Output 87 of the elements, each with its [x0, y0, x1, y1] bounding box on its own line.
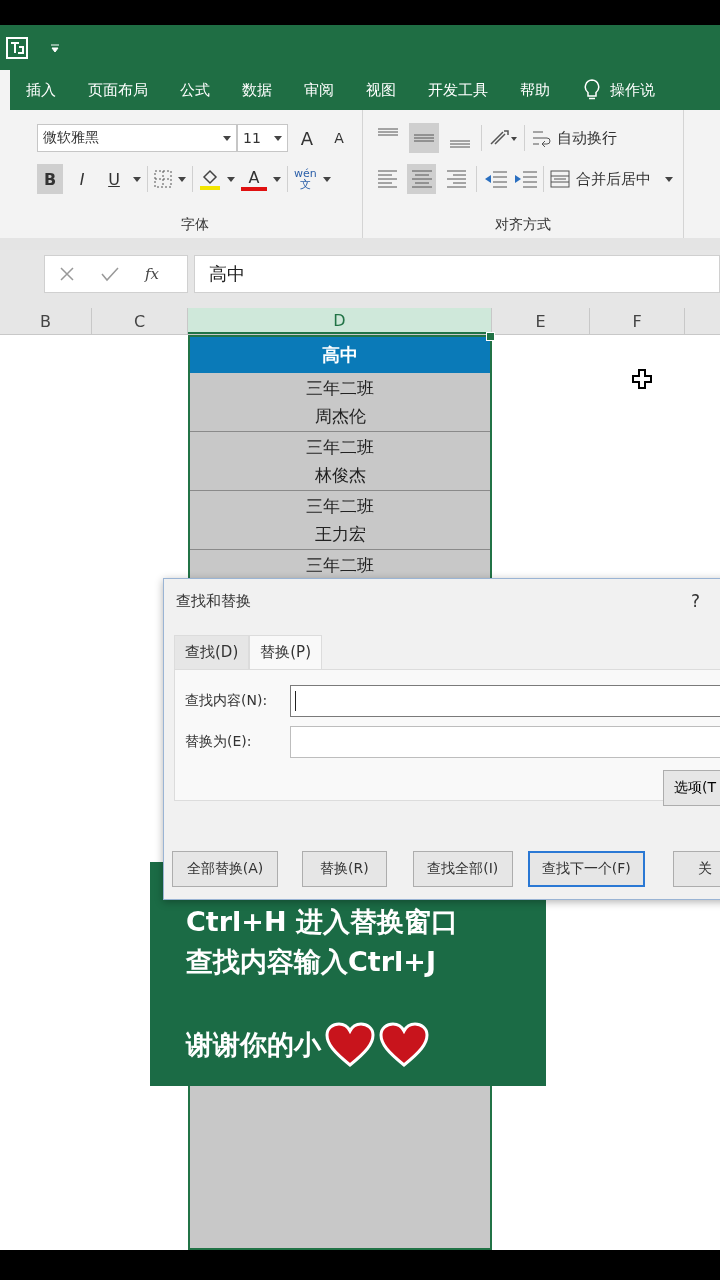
- dropdown-icon[interactable]: [133, 176, 141, 182]
- caption-text: 谢谢你的小: [186, 1028, 321, 1062]
- dialog-button[interactable]: 替换(R): [302, 851, 387, 887]
- font-name-field[interactable]: 微软雅黑: [37, 124, 238, 152]
- ribbon-tab[interactable]: 页面布局: [72, 70, 164, 110]
- dialog-button[interactable]: 关: [672, 851, 720, 887]
- insert-function-button[interactable]: fx: [145, 265, 159, 283]
- field-label: 替换为(E):: [185, 733, 253, 751]
- field-value: 微软雅黑: [43, 129, 99, 147]
- plus-cursor-icon: [632, 369, 652, 389]
- dialog-title: 查找和替换: [176, 591, 251, 611]
- field-value: 高中: [209, 262, 245, 286]
- shrink-font-button[interactable]: A: [326, 123, 352, 153]
- dialog-tab[interactable]: 替换(P): [249, 635, 322, 669]
- dialog-button[interactable]: 查找全部(I): [412, 851, 513, 887]
- group-label: 字体: [179, 215, 210, 234]
- align-icon: [449, 140, 471, 148]
- app-icon[interactable]: [6, 36, 28, 59]
- wrap-text-icon: [531, 128, 551, 148]
- phonetic-label: wén: [294, 168, 317, 179]
- cell-text: 三年二班: [305, 435, 375, 459]
- dropdown-icon[interactable]: [227, 176, 235, 182]
- fill-color-icon[interactable]: [199, 168, 221, 190]
- ribbon-tab[interactable]: 视图: [350, 70, 412, 110]
- cell-text: 林俊杰: [313, 463, 367, 487]
- cell-text: 三年二班: [305, 376, 375, 400]
- wrap-text-button[interactable]: 自动换行: [531, 128, 617, 148]
- dropdown-icon[interactable]: [664, 176, 673, 182]
- cancel-icon[interactable]: [59, 266, 75, 282]
- lightbulb-icon[interactable]: [584, 79, 600, 101]
- enter-icon[interactable]: [101, 266, 119, 282]
- font-style-button[interactable]: B: [37, 164, 63, 194]
- dropdown-icon[interactable]: [273, 176, 281, 182]
- heart-icon: [379, 1022, 429, 1068]
- dropdown-icon[interactable]: [178, 176, 186, 182]
- help-button[interactable]: ?: [690, 591, 700, 611]
- ribbon-tab[interactable]: 数据: [226, 70, 288, 110]
- options-button[interactable]: 选项(T: [663, 770, 720, 806]
- align-icon: [377, 169, 398, 189]
- merge-cells-icon: [549, 169, 570, 189]
- font-style-button[interactable]: U: [101, 164, 127, 194]
- increase-indent-icon[interactable]: [513, 169, 538, 189]
- dialog-button[interactable]: 查找下一个(F): [527, 851, 645, 887]
- column-header[interactable]: B: [0, 308, 92, 334]
- cell-text: 三年二班: [305, 494, 375, 518]
- dialog-button[interactable]: 全部替换(A): [172, 851, 279, 887]
- ribbon-tab[interactable]: 审阅: [288, 70, 350, 110]
- dropdown-icon[interactable]: [274, 135, 282, 141]
- column-header[interactable]: F: [590, 308, 685, 334]
- formula-field[interactable]: 高中: [194, 255, 720, 293]
- ribbon-tab[interactable]: 帮助: [504, 70, 566, 110]
- ribbon-tab[interactable]: 公式: [164, 70, 226, 110]
- customize-icon[interactable]: [50, 42, 60, 53]
- dialog-tab[interactable]: 查找(D): [174, 635, 250, 669]
- merge-center-label: 合并后居中: [575, 169, 651, 189]
- field-value: 11: [243, 130, 261, 146]
- caption-text: 查找内容输入Ctrl+J: [186, 945, 437, 979]
- column-header[interactable]: D: [188, 308, 492, 334]
- grow-font-button[interactable]: A: [294, 123, 320, 153]
- table-cell: 高中: [190, 337, 490, 373]
- caption-text: Ctrl+H 进入替换窗口: [186, 905, 459, 939]
- input-field[interactable]: [290, 726, 720, 758]
- align-icon: [377, 128, 399, 136]
- text-caret: [295, 691, 296, 711]
- ribbon-tab[interactable]: 插入: [10, 70, 72, 110]
- fill-handle[interactable]: [486, 332, 495, 341]
- phonetic-button[interactable]: wén 文: [294, 168, 317, 190]
- ribbon-tab[interactable]: 开发工具: [412, 70, 504, 110]
- align-icon: [411, 169, 432, 189]
- align-icon: [413, 134, 435, 142]
- align-icon: [445, 169, 467, 189]
- dropdown-icon[interactable]: [322, 176, 331, 182]
- heart-icon: [325, 1022, 375, 1068]
- search-label[interactable]: 操作说: [610, 80, 655, 100]
- cell-text: 周杰伦: [313, 404, 367, 428]
- font-size-field[interactable]: 11: [237, 124, 288, 152]
- group-label: 对齐方式: [494, 215, 552, 234]
- phonetic-char: 文: [299, 179, 311, 190]
- font-color-button[interactable]: A: [241, 167, 267, 191]
- cell-text: 王力宏: [313, 522, 367, 546]
- font-style-button[interactable]: I: [69, 164, 95, 194]
- wrap-text-label: 自动换行: [557, 128, 617, 148]
- input-field[interactable]: [290, 685, 720, 717]
- field-label: 查找内容(N):: [185, 692, 269, 710]
- merge-center-button[interactable]: 合并后居中: [549, 169, 673, 189]
- dropdown-icon[interactable]: [223, 135, 232, 141]
- cell-text: 三年二班: [305, 553, 375, 577]
